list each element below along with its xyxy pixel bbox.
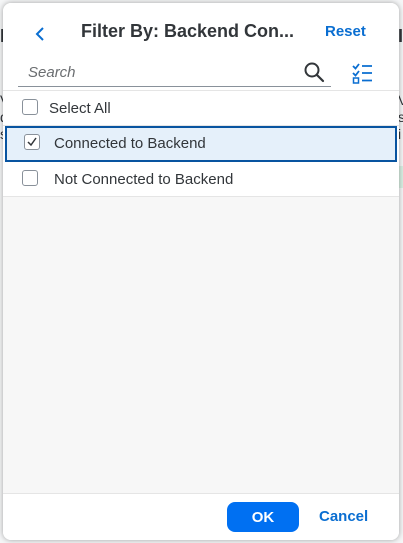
checkmark-icon <box>27 137 37 147</box>
list-item-connected[interactable]: Connected to Backend <box>5 126 397 162</box>
select-all-checkbox[interactable] <box>22 99 38 115</box>
cancel-button[interactable]: Cancel <box>319 508 368 525</box>
dialog-footer: OK Cancel <box>3 493 399 540</box>
not-connected-checkbox[interactable] <box>22 170 38 186</box>
select-all-item[interactable]: Select All <box>3 91 399 126</box>
reset-button[interactable]: Reset <box>325 23 366 40</box>
search-icon[interactable] <box>303 61 325 83</box>
dialog-header: Filter By: Backend Con... Reset <box>3 3 399 61</box>
search-box <box>18 58 331 87</box>
search-input[interactable] <box>28 64 298 81</box>
select-all-label: Select All <box>49 100 111 117</box>
filter-dialog: Filter By: Backend Con... Reset Select A… <box>3 3 399 540</box>
multi-select-list-icon[interactable] <box>351 61 375 85</box>
back-button[interactable] <box>25 19 55 49</box>
dialog-title: Filter By: Backend Con... <box>81 21 295 41</box>
list-item-label: Not Connected to Backend <box>54 171 234 188</box>
list-item-label: Connected to Backend <box>54 135 206 152</box>
filter-list: Select All Connected to Backend Not Conn… <box>3 90 399 197</box>
connected-checkbox[interactable] <box>24 134 40 150</box>
chevron-left-icon <box>35 27 44 41</box>
list-item-not-connected[interactable]: Not Connected to Backend <box>3 162 399 197</box>
empty-content-area <box>3 197 399 493</box>
ok-button[interactable]: OK <box>227 502 299 532</box>
